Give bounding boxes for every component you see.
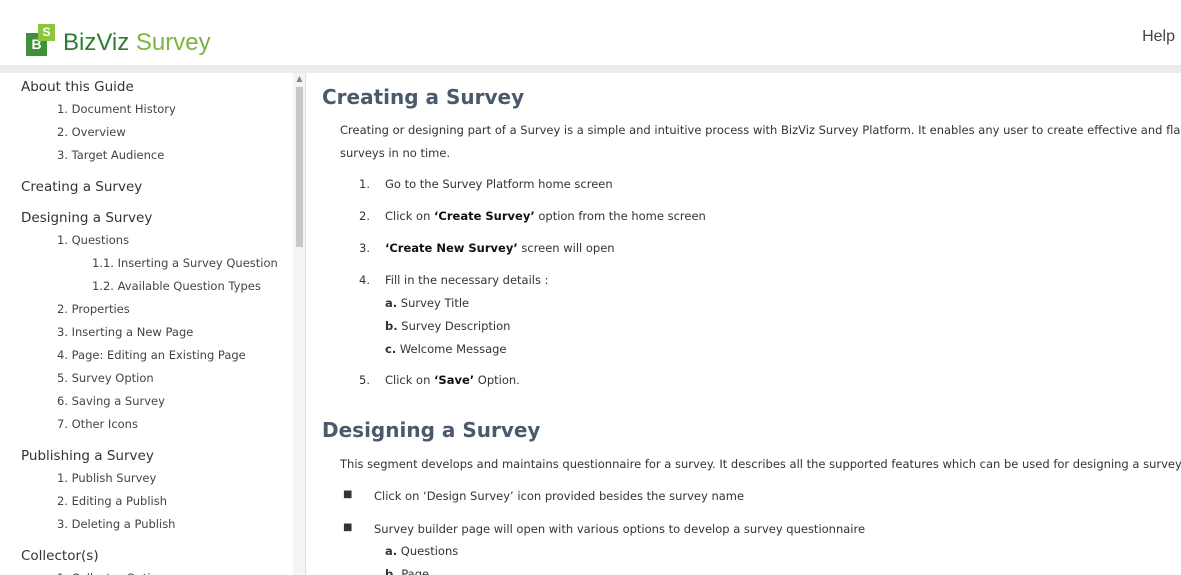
table-of-contents: About this Guide 1. Document History 2. Ov…	[0, 73, 306, 575]
section-intro: This segment develops and maintains ques…	[340, 457, 1181, 471]
step-number: 3.	[359, 241, 370, 255]
sidebar-item[interactable]: 2. Overview	[57, 125, 126, 139]
builder-option: b. Page	[385, 567, 430, 575]
sidebar-item[interactable]: 3. Target Audience	[57, 148, 164, 162]
content-area: Creating a Survey Creating or designing …	[306, 73, 1181, 575]
step-text: Fill in the necessary details :	[385, 273, 549, 287]
sidebar-item[interactable]: 1. Questions	[57, 233, 129, 247]
sidebar-item[interactable]: 5. Survey Option	[57, 371, 154, 385]
bullet-icon: ■	[343, 522, 353, 533]
sidebar-item[interactable]: 6. Saving a Survey	[57, 394, 165, 408]
sidebar-item[interactable]: 1. Publish Survey	[57, 471, 156, 485]
sidebar-item[interactable]: 1.2. Available Question Types	[92, 279, 261, 293]
step-number: 4.	[359, 273, 370, 287]
scroll-up-icon[interactable]: ▲	[293, 75, 305, 83]
intro-line-1: Creating or designing part of a Survey i…	[340, 123, 1181, 137]
sidebar-item[interactable]: 2. Editing a Publish	[57, 494, 167, 508]
sidebar-item[interactable]: 4. Page: Editing an Existing Page	[57, 348, 246, 362]
sidebar-item[interactable]: 1. Collector Options	[57, 571, 171, 575]
sidebar-item[interactable]: 1.1. Inserting a Survey Question	[92, 256, 278, 270]
sidebar-item[interactable]: 2. Properties	[57, 302, 130, 316]
sidebar-item[interactable]: Publishing a Survey	[21, 448, 154, 464]
intro-line-2: surveys in no time.	[340, 146, 451, 160]
step-number: 5.	[359, 373, 370, 387]
brand-title[interactable]: BizViz Survey	[63, 29, 211, 57]
logo-s-block: S	[38, 24, 55, 41]
step-text: Click on ‘Create Survey’ option from the…	[385, 209, 706, 223]
step-text: Click on ‘Save’ Option.	[385, 373, 520, 387]
app-header: B S BizViz Survey Help	[0, 0, 1181, 66]
step-text: Go to the Survey Platform home screen	[385, 177, 613, 191]
help-link[interactable]: Help	[1142, 28, 1175, 46]
scroll-thumb[interactable]	[296, 87, 303, 247]
detail-item: a. Survey Title	[385, 296, 470, 310]
sidebar-item[interactable]: 3. Inserting a New Page	[57, 325, 193, 339]
brand-sub: Survey	[135, 29, 211, 56]
sidebar-item[interactable]: Creating a Survey	[21, 179, 142, 195]
sidebar-item[interactable]: 7. Other Icons	[57, 417, 138, 431]
sidebar-item[interactable]: About this Guide	[21, 79, 134, 95]
bullet-icon: ■	[343, 489, 353, 500]
detail-item: b. Survey Description	[385, 319, 511, 333]
sidebar-item[interactable]: 1. Document History	[57, 102, 176, 116]
bullet-text: Click on ‘Design Survey’ icon provided b…	[374, 489, 745, 503]
sidebar-scrollbar[interactable]: ▲	[293, 73, 305, 575]
step-number: 2.	[359, 209, 370, 223]
detail-item: c. Welcome Message	[385, 342, 507, 356]
sidebar-item[interactable]: Designing a Survey	[21, 210, 152, 226]
step-number: 1.	[359, 177, 370, 191]
bullet-text: Survey builder page will open with vario…	[374, 522, 866, 536]
section-title-designing: Designing a Survey	[322, 418, 541, 442]
header-separator	[0, 66, 1181, 73]
builder-option: a. Questions	[385, 544, 459, 558]
sidebar-item[interactable]: 3. Deleting a Publish	[57, 517, 175, 531]
sidebar-item[interactable]: Collector(s)	[21, 548, 99, 564]
brand-main: BizViz	[63, 29, 130, 56]
step-text: ‘Create New Survey’ screen will open	[385, 241, 615, 255]
bizviz-logo[interactable]: B S	[26, 24, 60, 58]
section-title-creating: Creating a Survey	[322, 85, 525, 109]
